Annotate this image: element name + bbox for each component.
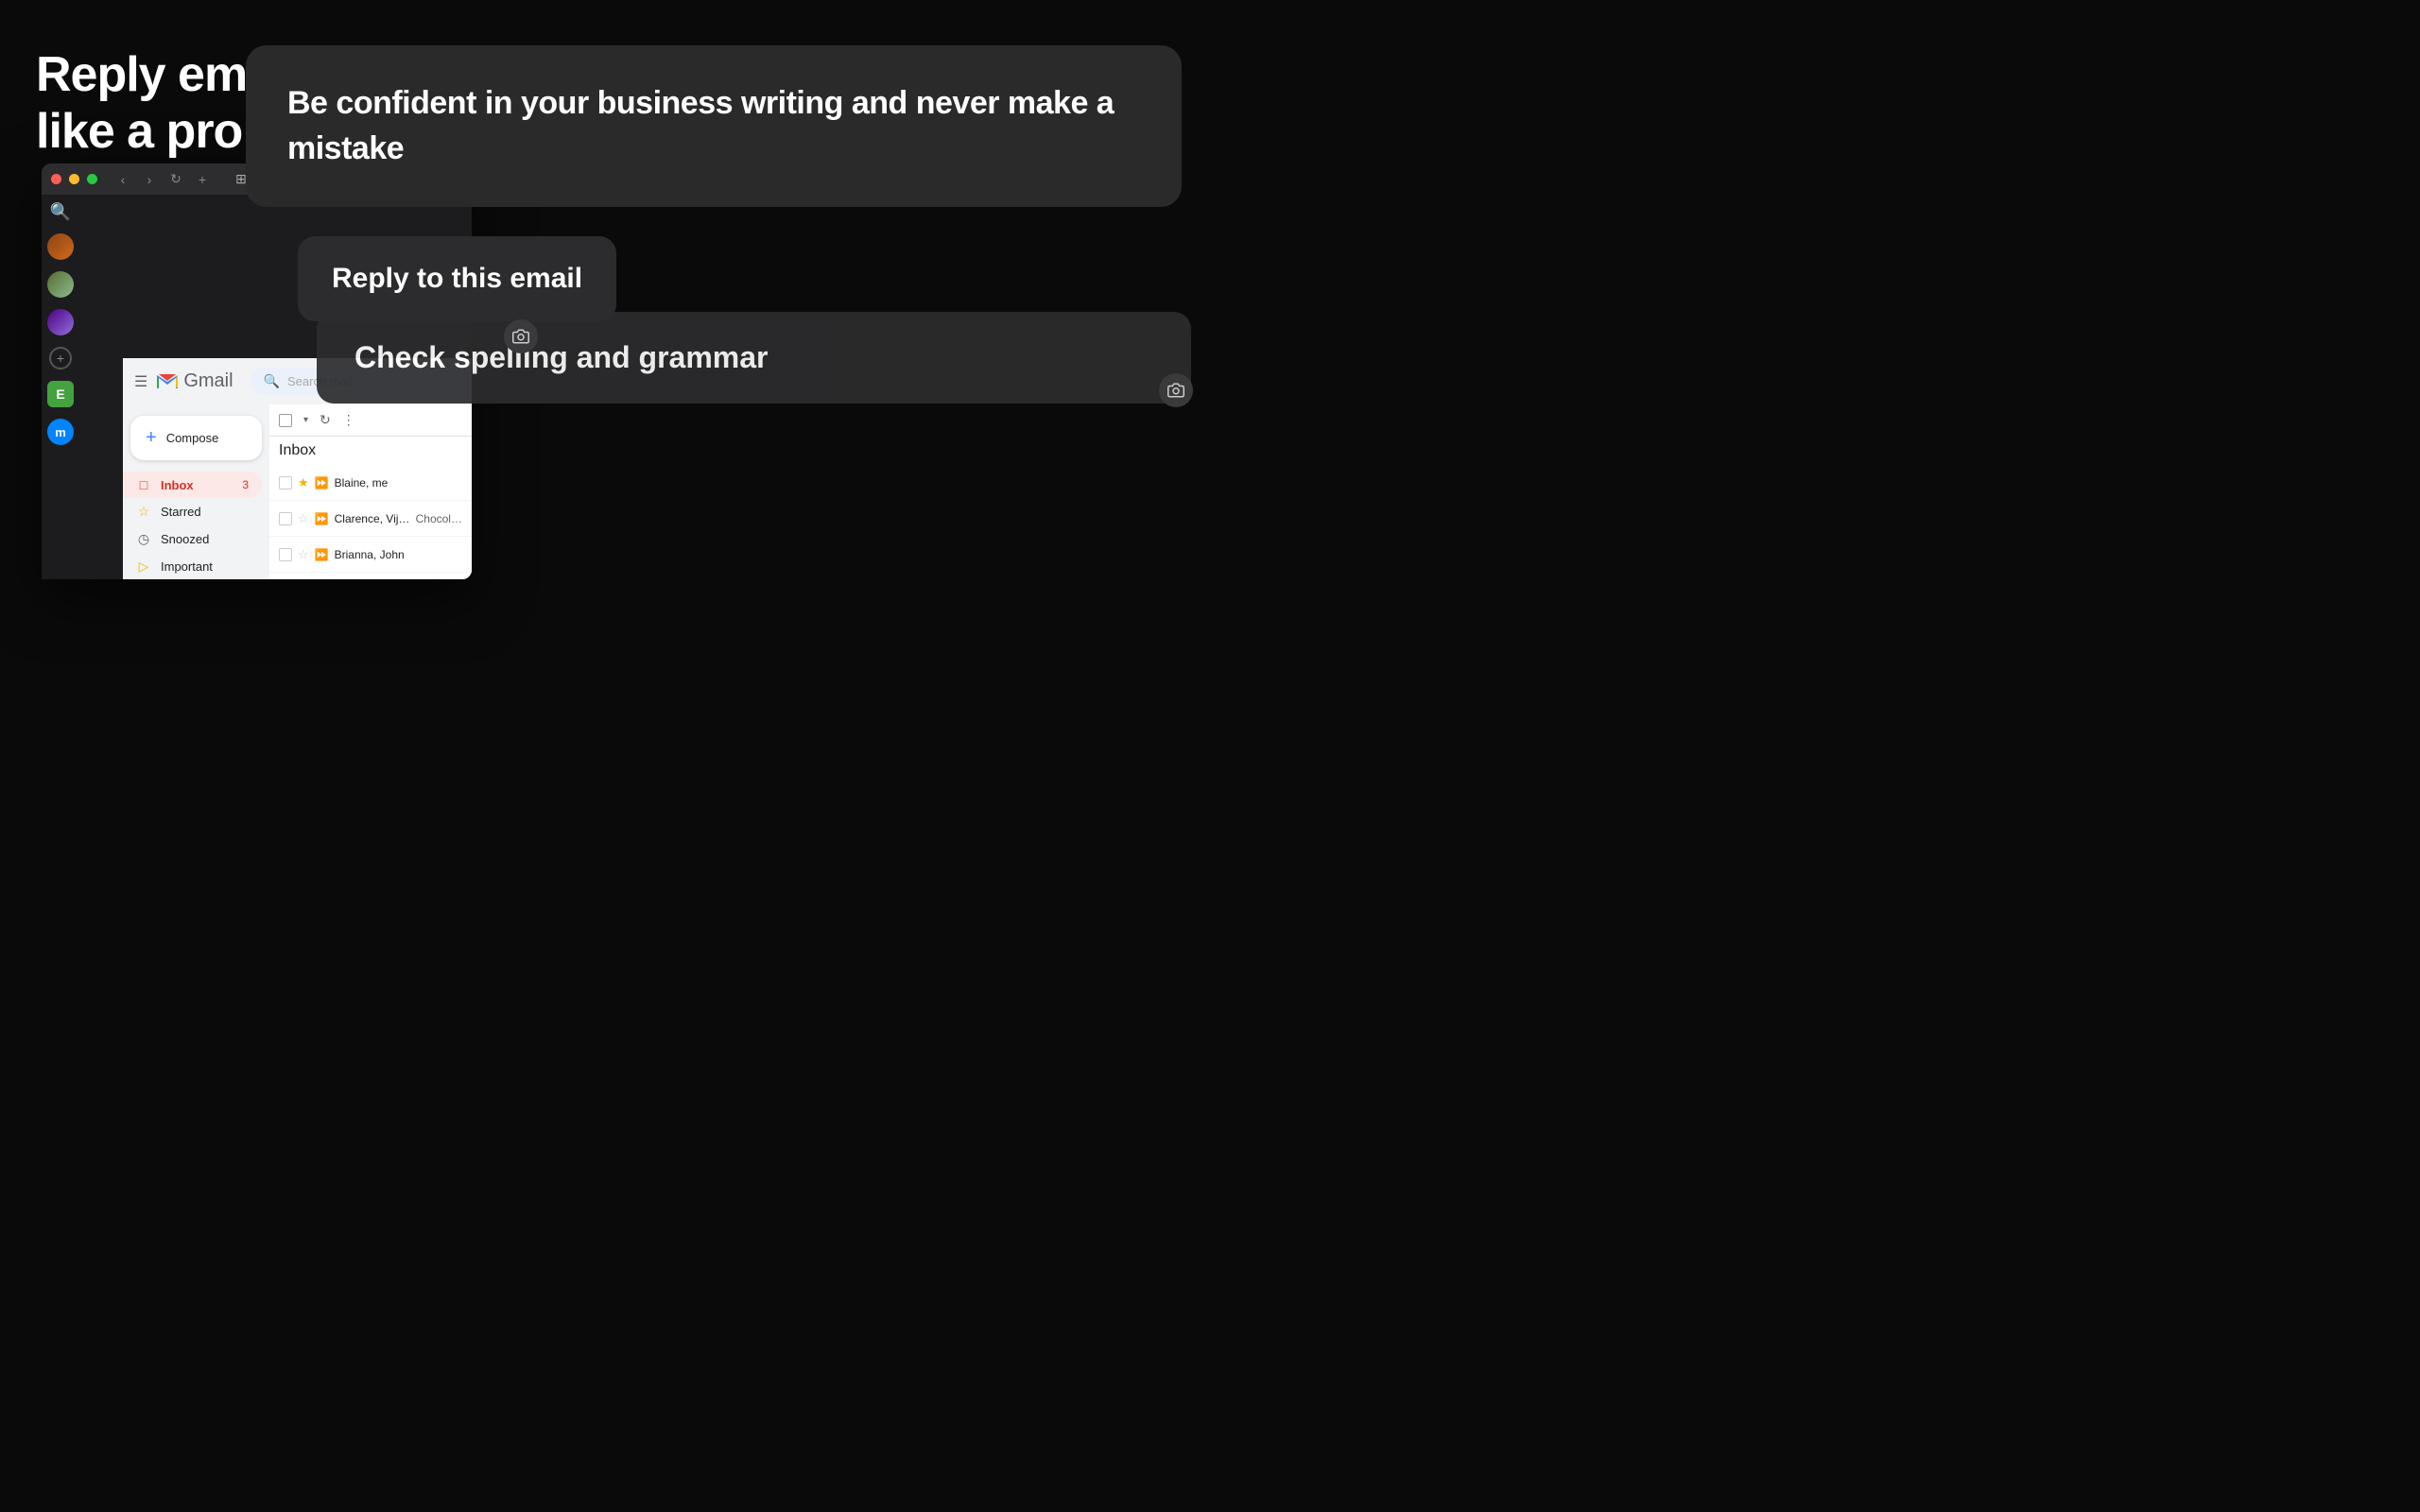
- grammar-bubble: Check spelling and grammar: [317, 312, 1191, 404]
- email-preview: Chocolate Factor...: [416, 512, 466, 525]
- inbox-badge: 3: [242, 478, 249, 491]
- email-row[interactable]: ☆ ⏩ Brianna, John: [269, 537, 472, 573]
- email-checkbox[interactable]: [279, 512, 292, 525]
- camera-icon-2: [1159, 373, 1193, 407]
- email-checkbox[interactable]: [279, 476, 292, 490]
- sidebar-avatar-1[interactable]: [47, 233, 74, 260]
- compose-button[interactable]: + Compose: [130, 416, 262, 460]
- nav-back-button[interactable]: ‹: [112, 169, 133, 190]
- email-checkbox[interactable]: [279, 548, 292, 561]
- camera-svg-1: [512, 328, 529, 345]
- compose-label: Compose: [166, 431, 219, 445]
- email-sender: Brianna, John: [335, 548, 410, 561]
- grammar-bubble-text: Check spelling and grammar: [354, 340, 1153, 375]
- app-sidebar: 🔍 + E m: [42, 195, 79, 579]
- sidebar-avatar-2[interactable]: [47, 271, 74, 298]
- reply-bubble: Reply to this email: [298, 236, 616, 321]
- sidebar-add-button[interactable]: +: [49, 347, 72, 369]
- search-icon: 🔍: [264, 373, 280, 389]
- nav-item-important[interactable]: ▷ Important: [123, 553, 262, 579]
- email-row[interactable]: ☆ ⏩ Clarence, Vijay 13 Chocolate Factor.…: [269, 501, 472, 537]
- nav-item-inbox[interactable]: □ Inbox 3: [123, 472, 262, 498]
- messenger-icon[interactable]: m: [47, 419, 74, 445]
- reply-bubble-text: Reply to this email: [332, 263, 582, 295]
- evernote-icon[interactable]: E: [47, 381, 74, 407]
- snooze-icon: ⏩: [315, 548, 329, 561]
- important-icon: ▷: [136, 558, 151, 575]
- more-options-button[interactable]: ⋮: [342, 412, 355, 428]
- snoozed-label: Snoozed: [161, 532, 209, 546]
- select-all-checkbox[interactable]: [279, 414, 292, 427]
- compose-plus-icon: +: [146, 427, 157, 449]
- nav-new-tab-button[interactable]: +: [192, 169, 213, 190]
- traffic-light-yellow[interactable]: [69, 174, 79, 184]
- snooze-icon: ⏩: [315, 476, 329, 490]
- gmail-nav: + Compose □ Inbox 3 ☆ Starred ◷ Snoozed: [123, 404, 269, 579]
- gmail-logo: Gmail: [157, 370, 233, 392]
- traffic-light-red[interactable]: [51, 174, 61, 184]
- email-sender: Clarence, Vijay 13: [335, 512, 410, 525]
- inbox-section-label: Inbox: [269, 437, 472, 465]
- select-dropdown-chevron[interactable]: ▾: [303, 415, 308, 425]
- email-list: ▾ ↻ ⋮ Inbox ★ ⏩ Blaine, me ☆ ⏩: [269, 404, 472, 579]
- gmail-body: + Compose □ Inbox 3 ☆ Starred ◷ Snoozed: [123, 404, 472, 579]
- nav-item-starred[interactable]: ☆ Starred: [123, 498, 262, 525]
- snoozed-icon: ◷: [136, 531, 151, 547]
- nav-item-snoozed[interactable]: ◷ Snoozed: [123, 525, 262, 553]
- star-icon[interactable]: ☆: [298, 547, 309, 562]
- star-icon[interactable]: ☆: [298, 511, 309, 526]
- sidebar-avatar-3[interactable]: [47, 309, 74, 335]
- tagline-text: Be confident in your business writing an…: [287, 81, 1140, 171]
- email-row[interactable]: ★ ⏩ Xander Williams: [269, 573, 472, 579]
- snooze-icon: ⏩: [315, 512, 329, 525]
- camera-icon-1: [504, 319, 538, 353]
- gmail-app-label: Gmail: [183, 370, 233, 392]
- email-sender: Blaine, me: [335, 476, 410, 490]
- sidebar-search-icon[interactable]: 🔍: [50, 202, 71, 222]
- star-icon[interactable]: ★: [298, 475, 309, 490]
- hero-title-line2: like a pro: [36, 104, 242, 159]
- email-row[interactable]: ★ ⏩ Blaine, me: [269, 465, 472, 501]
- browser-nav: ‹ › ↻ +: [112, 169, 213, 190]
- important-label: Important: [161, 559, 213, 574]
- gmail-m-logo-icon: [157, 374, 178, 389]
- camera-svg-2: [1167, 382, 1184, 399]
- gmail-menu-icon[interactable]: ☰: [134, 372, 147, 391]
- inbox-icon: □: [136, 477, 151, 492]
- nav-refresh-button[interactable]: ↻: [165, 169, 186, 190]
- tagline-bubble: Be confident in your business writing an…: [246, 45, 1182, 207]
- refresh-button[interactable]: ↻: [320, 412, 331, 428]
- email-list-toolbar: ▾ ↻ ⋮: [269, 404, 472, 437]
- starred-label: Starred: [161, 505, 201, 519]
- nav-forward-button[interactable]: ›: [139, 169, 160, 190]
- inbox-label: Inbox: [161, 478, 194, 492]
- starred-icon: ☆: [136, 504, 151, 520]
- traffic-light-green[interactable]: [87, 174, 97, 184]
